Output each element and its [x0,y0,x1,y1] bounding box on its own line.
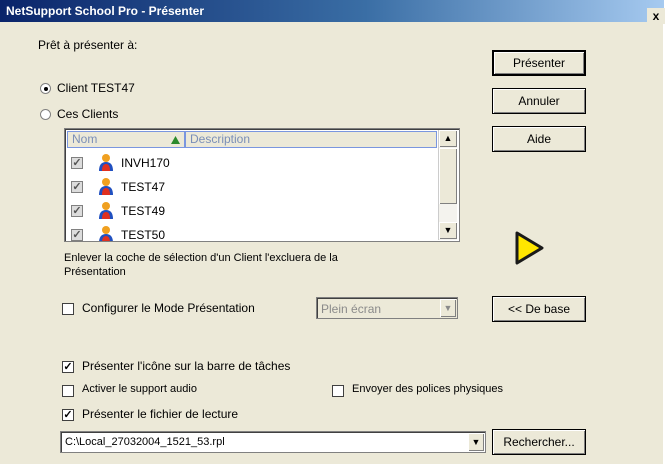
scroll-up-icon[interactable]: ▲ [439,130,457,147]
present-button[interactable]: Présenter [492,50,586,76]
browse-button[interactable]: Rechercher... [492,429,586,455]
client-list[interactable]: Nom Description ✓ INVH170 ✓ TEST47 ✓ TES… [64,128,460,242]
playback-file-path: C:\Local_27032004_1521_53.rpl [65,436,225,448]
presentation-mode-select: Plein écran ▼ [316,297,458,319]
user-icon [99,202,113,219]
scroll-down-icon[interactable]: ▼ [439,222,457,239]
present-dialog: NetSupport School Pro - Présenter x Prêt… [0,0,665,464]
config-mode-checkbox[interactable] [62,303,74,315]
presentation-mode-value: Plein écran [321,302,382,316]
help-button[interactable]: Aide [492,126,586,152]
taskbar-icon-label[interactable]: Présenter l'icône sur la barre de tâches [82,359,290,373]
physical-fonts-label[interactable]: Envoyer des polices physiques [352,383,503,395]
audio-support-checkbox[interactable] [62,385,74,397]
config-mode-label[interactable]: Configurer le Mode Présentation [82,301,255,315]
radio-client-test47-label[interactable]: Client TEST47 [57,81,135,95]
hint-line-1: Enlever la coche de sélection d'un Clien… [64,252,338,264]
chevron-down-icon[interactable]: ▼ [468,433,484,451]
list-item[interactable]: ✓ TEST50 [69,225,429,242]
cancel-button[interactable]: Annuler [492,88,586,114]
column-header-description[interactable]: Description [185,131,437,148]
user-icon [99,154,113,171]
row-checkbox[interactable]: ✓ [71,181,83,193]
list-scrollbar[interactable]: ▲ ▼ [438,130,457,240]
basic-mode-button[interactable]: << De base [492,296,586,322]
taskbar-icon-checkbox[interactable]: ✓ [62,361,74,373]
hint-line-2: Présentation [64,266,126,278]
user-icon [99,226,113,241]
radio-these-clients[interactable] [40,109,51,120]
chevron-down-icon: ▼ [440,299,456,317]
row-checkbox[interactable]: ✓ [71,157,83,169]
row-name: TEST49 [121,204,166,218]
playback-file-label[interactable]: Présenter le fichier de lecture [82,407,238,421]
scroll-thumb[interactable] [439,148,457,204]
column-header-name[interactable]: Nom [67,131,185,148]
list-item[interactable]: ✓ TEST49 [69,201,429,221]
playback-file-input[interactable]: C:\Local_27032004_1521_53.rpl ▼ [60,431,486,453]
radio-client-test47[interactable] [40,83,51,94]
row-checkbox[interactable]: ✓ [71,229,83,241]
physical-fonts-checkbox[interactable] [332,385,344,397]
list-item[interactable]: ✓ INVH170 [69,153,429,173]
audio-support-label[interactable]: Activer le support audio [82,383,197,395]
radio-these-clients-label[interactable]: Ces Clients [57,107,118,121]
user-icon [99,178,113,195]
title-bar[interactable]: NetSupport School Pro - Présenter [0,0,664,22]
row-name: INVH170 [121,156,170,170]
row-name: TEST47 [121,180,166,194]
list-item[interactable]: ✓ TEST47 [69,177,429,197]
playback-file-checkbox[interactable]: ✓ [62,409,74,421]
window-title: NetSupport School Pro - Présenter [6,4,205,18]
play-arrow-icon [515,231,544,265]
row-name: TEST50 [121,228,166,242]
sort-up-icon [171,136,180,144]
close-button[interactable]: x [647,8,665,24]
ready-label: Prêt à présenter à: [38,38,138,52]
row-checkbox[interactable]: ✓ [71,205,83,217]
